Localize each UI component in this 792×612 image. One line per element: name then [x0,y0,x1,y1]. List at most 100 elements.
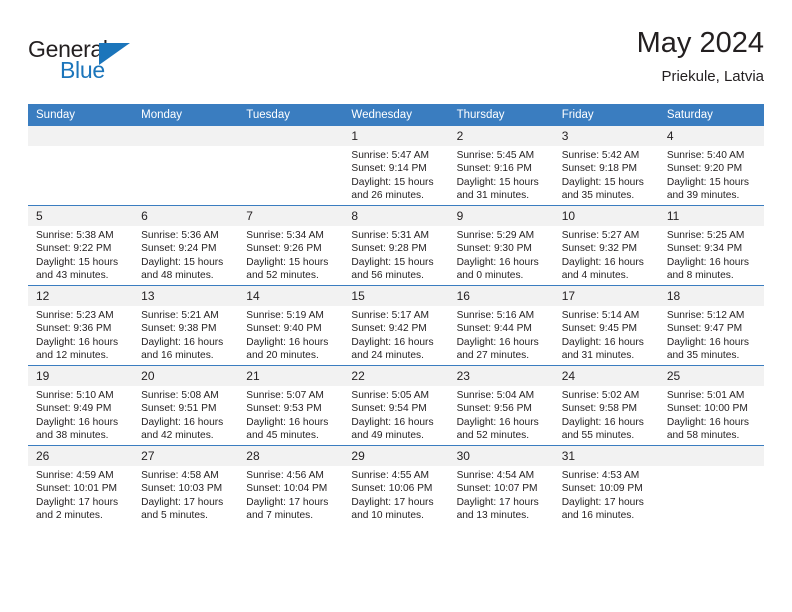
day-sun-info: Sunrise: 5:34 AM Sunset: 9:26 PM Daylight:… [238,226,343,283]
calendar-day-cell[interactable]: 27 Sunrise: 4:58 AM Sunset: 10:03 PM Daylig… [133,445,239,525]
day-sun-info: Sunrise: 5:21 AM Sunset: 9:38 PM Daylight:… [133,306,238,363]
sunset-text: Sunset: 9:36 PM [36,323,112,335]
calendar-day-cell[interactable]: 15 Sunrise: 5:17 AM Sunset: 9:42 PM Dayligh… [343,285,449,366]
sunrise-text: Sunrise: 5:17 AM [351,310,430,321]
daylight-text-line1: Daylight: 16 hours [351,416,434,428]
daylight-text-line1: Daylight: 16 hours [36,416,119,428]
calendar-day-cell[interactable]: 13 Sunrise: 5:21 AM Sunset: 9:38 PM Dayligh… [133,285,239,366]
calendar-day-cell[interactable]: 5 Sunrise: 5:38 AM Sunset: 9:22 PM Daylight… [28,205,134,286]
sunrise-text: Sunrise: 5:36 AM [141,230,219,241]
daylight-text-line1: Daylight: 16 hours [666,256,749,268]
sunrise-text: Sunrise: 4:53 AM [561,470,640,481]
calendar-day-cell[interactable]: 2 Sunrise: 5:45 AM Sunset: 9:16 PM Daylight… [448,126,554,206]
day-number: 19 [28,366,134,386]
daylight-text-line2: and 42 minutes. [141,430,214,442]
calendar-day-cell[interactable]: 28 Sunrise: 4:56 AM Sunset: 10:04 PM Daylig… [238,445,344,525]
calendar-day-cell[interactable]: 22 Sunrise: 5:05 AM Sunset: 9:54 PM Dayligh… [343,365,449,446]
day-sun-info: Sunrise: 4:53 AM Sunset: 10:09 PM Daylight… [554,466,659,523]
calendar-day-cell[interactable]: 20 Sunrise: 5:08 AM Sunset: 9:51 PM Dayligh… [133,365,239,446]
calendar-day-cell[interactable]: 8 Sunrise: 5:31 AM Sunset: 9:28 PM Daylight… [343,205,449,286]
calendar-day-cell[interactable]: 7 Sunrise: 5:34 AM Sunset: 9:26 PM Daylight… [238,205,344,286]
sunset-text: Sunset: 9:16 PM [456,163,532,175]
day-number: 22 [343,366,449,386]
calendar-week-row: 1 Sunrise: 5:47 AM Sunset: 9:14 PM Daylight… [28,126,764,206]
day-number: 13 [133,286,239,306]
daylight-text-line2: and 8 minutes. [666,270,734,282]
day-number: 11 [658,206,764,226]
sunset-text: Sunset: 9:24 PM [141,243,217,255]
daylight-text-line1: Daylight: 16 hours [246,416,329,428]
calendar-day-cell[interactable]: 3 Sunrise: 5:42 AM Sunset: 9:18 PM Daylight… [553,126,659,206]
general-blue-logo: General Blue [28,36,148,88]
calendar-day-cell[interactable]: 9 Sunrise: 5:29 AM Sunset: 9:30 PM Daylight… [448,205,554,286]
sunset-text: Sunset: 9:49 PM [36,403,112,415]
day-sun-info: Sunrise: 5:17 AM Sunset: 9:42 PM Daylight:… [343,306,448,363]
calendar-day-cell[interactable]: 6 Sunrise: 5:36 AM Sunset: 9:24 PM Daylight… [133,205,239,286]
day-number: 3 [553,126,659,146]
sunset-text: Sunset: 9:53 PM [246,403,322,415]
day-number: 28 [238,446,344,466]
day-sun-info: Sunrise: 5:27 AM Sunset: 9:32 PM Daylight:… [554,226,659,283]
calendar-day-cell[interactable]: 16 Sunrise: 5:16 AM Sunset: 9:44 PM Dayligh… [448,285,554,366]
calendar-day-cell[interactable]: 26 Sunrise: 4:59 AM Sunset: 10:01 PM Daylig… [28,445,134,525]
title-block: May 2024 Priekule, Latvia [637,27,764,85]
calendar-day-cell[interactable]: 31 Sunrise: 4:53 AM Sunset: 10:09 PM Daylig… [553,445,659,525]
sunset-text: Sunset: 9:44 PM [456,323,532,335]
day-sun-info: Sunrise: 4:56 AM Sunset: 10:04 PM Daylight… [238,466,343,523]
day-sun-info: Sunrise: 5:02 AM Sunset: 9:58 PM Daylight:… [554,386,659,443]
calendar-day-cell[interactable]: 17 Sunrise: 5:14 AM Sunset: 9:45 PM Dayligh… [553,285,659,366]
sunrise-text: Sunrise: 5:34 AM [246,230,324,241]
daylight-text-line2: and 45 minutes. [246,430,319,442]
calendar-day-cell[interactable]: 11 Sunrise: 5:25 AM Sunset: 9:34 PM Dayligh… [658,205,764,286]
calendar-day-cell[interactable]: 21 Sunrise: 5:07 AM Sunset: 9:53 PM Dayligh… [238,365,344,446]
day-number: 25 [658,366,764,386]
calendar-day-cell[interactable]: 24 Sunrise: 5:02 AM Sunset: 9:58 PM Dayligh… [553,365,659,446]
daylight-text-line2: and 55 minutes. [561,430,635,442]
daylight-text-line1: Daylight: 16 hours [666,336,749,348]
calendar-day-cell[interactable]: 12 Sunrise: 5:23 AM Sunset: 9:36 PM Dayligh… [28,285,134,366]
daylight-text-line2: and 52 minutes. [456,430,530,442]
daylight-text-line1: Daylight: 16 hours [36,336,119,348]
daylight-text-line1: Daylight: 16 hours [246,336,329,348]
sunset-text: Sunset: 9:56 PM [456,403,532,415]
calendar-day-cell[interactable]: 23 Sunrise: 5:04 AM Sunset: 9:56 PM Dayligh… [448,365,554,446]
calendar-day-cell[interactable]: 10 Sunrise: 5:27 AM Sunset: 9:32 PM Dayligh… [553,205,659,286]
sunrise-text: Sunrise: 5:12 AM [666,310,745,321]
calendar-day-cell[interactable]: 4 Sunrise: 5:40 AM Sunset: 9:20 PM Daylight… [658,126,764,206]
daylight-text-line1: Daylight: 15 hours [561,176,644,188]
day-sun-info: Sunrise: 4:54 AM Sunset: 10:07 PM Daylight… [449,466,554,523]
daylight-text-line1: Daylight: 17 hours [141,496,224,508]
sunset-text: Sunset: 10:04 PM [246,483,328,495]
weekday-header-sunday: Sunday [28,104,134,126]
daylight-text-line1: Daylight: 16 hours [456,416,539,428]
sunrise-text: Sunrise: 5:02 AM [561,390,640,401]
sunrise-text: Sunrise: 5:45 AM [456,150,535,161]
daylight-text-line2: and 16 minutes. [141,350,214,362]
calendar-week-row: 5 Sunrise: 5:38 AM Sunset: 9:22 PM Daylight… [28,205,764,286]
calendar-day-cell[interactable]: 18 Sunrise: 5:12 AM Sunset: 9:47 PM Dayligh… [658,285,764,366]
calendar-day-cell[interactable]: 1 Sunrise: 5:47 AM Sunset: 9:14 PM Daylight… [343,126,449,206]
daylight-text-line1: Daylight: 15 hours [666,176,749,188]
sunset-text: Sunset: 9:18 PM [561,163,638,175]
weekday-header-wednesday: Wednesday [343,104,449,126]
sunset-text: Sunset: 9:28 PM [351,243,427,255]
sunset-text: Sunset: 9:26 PM [246,243,322,255]
calendar-day-cell[interactable]: 19 Sunrise: 5:10 AM Sunset: 9:49 PM Dayligh… [28,365,134,446]
calendar-day-cell[interactable]: 29 Sunrise: 4:55 AM Sunset: 10:06 PM Daylig… [343,445,449,525]
daylight-text-line1: Daylight: 16 hours [456,256,539,268]
day-sun-info: Sunrise: 5:10 AM Sunset: 9:49 PM Daylight:… [28,386,133,443]
sunrise-text: Sunrise: 5:47 AM [351,150,430,161]
day-sun-info: Sunrise: 5:25 AM Sunset: 9:34 PM Daylight:… [659,226,764,283]
daylight-text-line2: and 2 minutes. [36,510,103,522]
day-sun-info: Sunrise: 5:45 AM Sunset: 9:16 PM Daylight:… [449,146,554,203]
day-number: 24 [553,366,659,386]
sunrise-text: Sunrise: 5:05 AM [351,390,430,401]
calendar-day-cell[interactable]: 30 Sunrise: 4:54 AM Sunset: 10:07 PM Daylig… [448,445,554,525]
sunrise-text: Sunrise: 4:56 AM [246,470,324,481]
day-number: 6 [133,206,239,226]
weekday-header-thursday: Thursday [448,104,554,126]
day-sun-info: Sunrise: 5:19 AM Sunset: 9:40 PM Daylight:… [238,306,343,363]
calendar-day-cell[interactable]: 25 Sunrise: 5:01 AM Sunset: 10:00 PM Daylig… [658,365,764,446]
calendar-day-cell[interactable]: 14 Sunrise: 5:19 AM Sunset: 9:40 PM Dayligh… [238,285,344,366]
sunrise-text: Sunrise: 5:04 AM [456,390,535,401]
